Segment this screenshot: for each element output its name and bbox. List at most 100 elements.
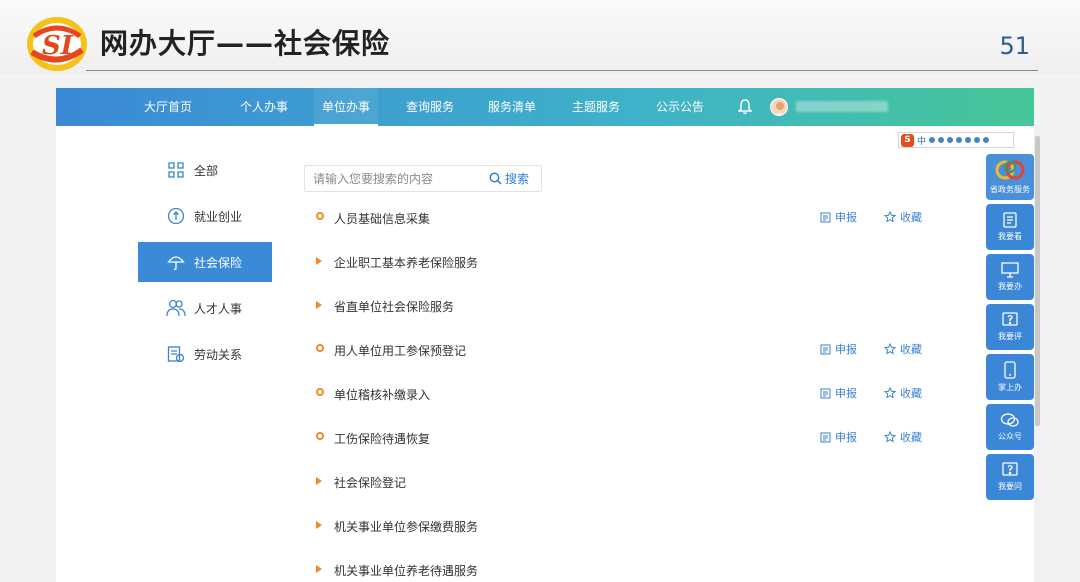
favorite-button[interactable]: 收藏 — [884, 209, 922, 225]
circle-bullet-icon — [316, 212, 324, 220]
search-box: 搜索 — [304, 165, 542, 192]
star-icon — [884, 211, 896, 223]
list-item[interactable]: 企业职工基本养老保险服务 — [316, 252, 936, 272]
portal-window: 大厅首页 个人办事 单位办事 查询服务 服务清单 主题服务 公示公告 S 中 全… — [56, 88, 1034, 582]
toolbox-icon[interactable] — [965, 137, 972, 143]
star-icon — [884, 387, 896, 399]
sidebar-item-labor[interactable]: 劳动关系 — [138, 334, 272, 374]
wechat-icon — [1000, 413, 1019, 427]
list-item[interactable]: 省直单位社会保险服务 — [316, 296, 936, 316]
social-insurance-logo: SI — [27, 17, 87, 71]
settings-icon[interactable] — [983, 137, 990, 143]
list-item[interactable]: 单位稽核补缴录入 申报 收藏 — [316, 384, 936, 404]
apply-button[interactable]: 申报 — [820, 429, 857, 445]
username-redacted[interactable] — [796, 101, 888, 112]
nav-item-themes[interactable]: 主题服务 — [572, 88, 620, 126]
search-button[interactable]: 搜索 — [489, 170, 529, 187]
monitor-icon — [1001, 262, 1019, 278]
question-icon — [1002, 462, 1018, 476]
apply-button[interactable]: 申报 — [820, 341, 857, 357]
apply-button[interactable]: 申报 — [820, 209, 857, 225]
float-label: 公众号 — [998, 432, 1022, 441]
star-icon — [884, 431, 896, 443]
sidebar-item-social-insurance[interactable]: 社会保险 — [138, 242, 272, 282]
float-label: 我要问 — [998, 482, 1022, 491]
umbrella-icon — [166, 252, 186, 272]
float-label: 省政务服务 — [990, 185, 1030, 194]
avatar[interactable] — [770, 98, 788, 116]
favorite-button[interactable]: 收藏 — [884, 341, 922, 357]
form-icon — [820, 344, 831, 354]
list-item[interactable]: 机关事业单位参保缴费服务 — [316, 516, 936, 536]
apply-online-button[interactable]: 我要办 — [986, 254, 1034, 300]
ask-button[interactable]: 我要问 — [986, 454, 1034, 500]
grid-icon — [166, 160, 186, 180]
sogou-toolbar[interactable]: S 中 — [898, 132, 1014, 148]
nav-item-announcements[interactable]: 公示公告 — [656, 88, 704, 126]
phone-icon — [1004, 361, 1016, 379]
medal-icon — [166, 206, 186, 226]
evaluate-button[interactable]: 我要评 — [986, 304, 1034, 350]
sogou-logo-icon: S — [901, 133, 914, 147]
search-icon — [489, 172, 502, 185]
favorite-button[interactable]: 收藏 — [884, 429, 922, 445]
emoji-icon[interactable] — [938, 137, 945, 143]
favorite-label: 收藏 — [900, 387, 922, 400]
float-label: 我要办 — [998, 282, 1022, 291]
punctuation-icon[interactable] — [929, 137, 936, 143]
circle-bullet-icon — [316, 388, 324, 396]
list-item[interactable]: 工伤保险待遇恢复 申报 收藏 — [316, 428, 936, 448]
apply-label: 申报 — [835, 211, 857, 224]
language-toggle[interactable]: 中 — [917, 134, 926, 147]
nav-item-query[interactable]: 查询服务 — [406, 88, 454, 126]
scroll-thumb[interactable] — [1035, 136, 1040, 426]
favorite-label: 收藏 — [900, 343, 922, 356]
service-name: 机关事业单位参保缴费服务 — [334, 520, 479, 534]
header-divider — [86, 70, 1038, 71]
list-item[interactable]: 人员基础信息采集 申报 收藏 — [316, 208, 936, 228]
favorite-button[interactable]: 收藏 — [884, 385, 922, 401]
form-icon — [820, 212, 831, 222]
apply-label: 申报 — [835, 387, 857, 400]
apply-label: 申报 — [835, 343, 857, 356]
nav-item-home[interactable]: 大厅首页 — [144, 88, 192, 126]
nav-item-organization[interactable]: 单位办事 — [314, 88, 379, 126]
service-name: 用人单位用工参保预登记 — [334, 344, 467, 358]
form-icon — [820, 432, 831, 442]
search-input[interactable] — [305, 166, 485, 191]
list-item[interactable]: 用人单位用工参保预登记 申报 收藏 — [316, 340, 936, 360]
provincial-service-button[interactable]: 省政务服务 — [986, 154, 1034, 200]
mobile-service-button[interactable]: 掌上办 — [986, 354, 1034, 400]
star-icon — [884, 343, 896, 355]
keyboard-icon[interactable] — [956, 137, 963, 143]
sidebar-item-label: 社会保险 — [194, 255, 243, 270]
nav-item-service-list[interactable]: 服务清单 — [488, 88, 536, 126]
view-button[interactable]: 我要看 — [986, 204, 1034, 250]
sidebar-item-employment[interactable]: 就业创业 — [138, 196, 272, 236]
sidebar-item-all[interactable]: 全部 — [138, 150, 272, 190]
apply-label: 申报 — [835, 431, 857, 444]
voice-icon[interactable] — [947, 137, 954, 143]
service-name: 省直单位社会保险服务 — [334, 300, 455, 314]
service-name: 企业职工基本养老保险服务 — [334, 256, 479, 270]
triangle-bullet-icon — [316, 564, 322, 573]
sidebar-item-label: 劳动关系 — [194, 347, 243, 362]
float-label: 我要看 — [998, 232, 1022, 241]
list-item[interactable]: 社会保险登记 — [316, 472, 936, 492]
float-label: 我要评 — [998, 332, 1022, 341]
bell-icon[interactable] — [738, 99, 752, 115]
sidebar-item-label: 全部 — [194, 163, 219, 178]
question-icon — [1002, 312, 1018, 326]
top-navigation: 大厅首页 个人办事 单位办事 查询服务 服务清单 主题服务 公示公告 — [56, 88, 1034, 126]
apply-button[interactable]: 申报 — [820, 385, 857, 401]
skin-icon[interactable] — [974, 137, 981, 143]
search-button-label: 搜索 — [505, 172, 530, 186]
scrollbar[interactable] — [1034, 126, 1041, 582]
wechat-account-button[interactable]: 公众号 — [986, 404, 1034, 450]
triangle-bullet-icon — [316, 256, 322, 265]
page-number: 51 — [999, 32, 1030, 60]
sidebar-item-talent[interactable]: 人才人事 — [138, 288, 272, 328]
favorite-label: 收藏 — [900, 211, 922, 224]
nav-item-personal[interactable]: 个人办事 — [240, 88, 288, 126]
list-item[interactable]: 机关事业单位养老待遇服务 — [316, 560, 936, 580]
